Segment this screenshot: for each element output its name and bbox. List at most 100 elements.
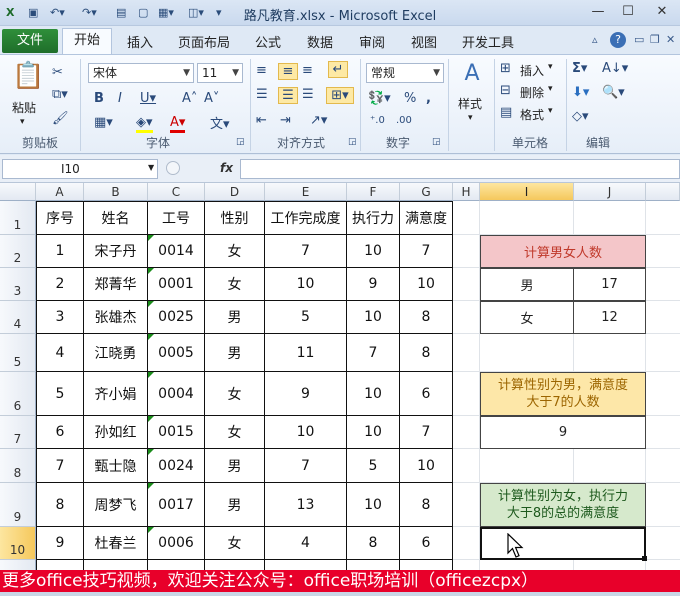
clear-icon[interactable]: ◇▾ — [572, 109, 589, 124]
column-header-d[interactable]: D — [205, 183, 265, 201]
column-header-i[interactable]: I — [480, 183, 574, 201]
table-cell[interactable]: 10 — [347, 235, 400, 268]
table-cell[interactable]: 10 — [265, 268, 347, 301]
female-label-cell[interactable]: 女 — [480, 301, 574, 334]
table-cell[interactable]: 男 — [205, 334, 265, 372]
maximize-button[interactable]: ☐ — [616, 3, 640, 21]
column-header-h[interactable]: H — [453, 183, 480, 201]
chevron-down-icon[interactable]: ▾ — [548, 84, 553, 94]
tab-page-layout[interactable]: 页面布局 — [178, 32, 230, 51]
align-bottom-icon[interactable]: ≡ — [302, 63, 313, 78]
align-right-icon[interactable]: ☰ — [302, 87, 314, 102]
table-cell[interactable]: 11 — [265, 334, 347, 372]
help-icon[interactable]: ? — [610, 32, 626, 48]
column-header-next[interactable] — [646, 183, 680, 201]
name-box-dropdown-icon[interactable]: ▼ — [148, 163, 154, 172]
q2-result-cell[interactable]: 9 — [480, 416, 646, 449]
row-header-4[interactable]: 4 — [0, 301, 36, 334]
styles-icon[interactable]: A — [458, 61, 486, 89]
q3-title-cell[interactable]: 计算性别为女，执行力 大于8的总的满意度 — [480, 483, 646, 527]
align-middle-icon[interactable]: ≡ — [278, 63, 298, 80]
table-header-cell[interactable]: 姓名 — [84, 201, 148, 235]
comma-style-icon[interactable]: , — [426, 91, 431, 106]
table-cell[interactable]: 9 — [36, 527, 84, 560]
table-cell[interactable]: 4 — [265, 527, 347, 560]
table-header-cell[interactable]: 工号 — [148, 201, 205, 235]
decrease-decimal-icon[interactable]: .00 — [396, 115, 412, 126]
table-cell[interactable]: 齐小娟 — [84, 372, 148, 416]
underline-icon[interactable]: U▾ — [140, 91, 156, 106]
fill-icon[interactable]: ⬇▾ — [572, 85, 589, 100]
male-count-cell[interactable]: 17 — [573, 268, 646, 301]
formula-bar-toggle-icon[interactable] — [166, 161, 180, 175]
tab-developer[interactable]: 开发工具 — [462, 32, 514, 51]
table-cell[interactable]: 6 — [36, 416, 84, 449]
q3-result-cell-active[interactable] — [480, 527, 646, 560]
sort-filter-icon[interactable]: A↓▾ — [602, 61, 628, 76]
table-cell[interactable]: 7 — [400, 416, 453, 449]
column-header-c[interactable]: C — [148, 183, 205, 201]
table-cell[interactable]: 江晓勇 — [84, 334, 148, 372]
paste-button[interactable]: 粘贴 — [12, 99, 36, 116]
table-cell[interactable]: 5 — [265, 301, 347, 334]
insert-button[interactable]: 插入 — [520, 62, 544, 79]
table-cell[interactable]: 0024 — [148, 449, 205, 483]
select-all-corner[interactable] — [0, 183, 36, 201]
column-header-b[interactable]: B — [84, 183, 148, 201]
table-cell[interactable]: 10 — [347, 483, 400, 527]
styles-button[interactable]: 样式 — [458, 95, 482, 112]
column-header-f[interactable]: F — [347, 183, 400, 201]
increase-decimal-icon[interactable]: ⁺.0 — [370, 115, 385, 126]
table-cell[interactable]: 10 — [265, 416, 347, 449]
row-header-10[interactable]: 10 — [0, 527, 36, 560]
minimize-button[interactable]: — — [586, 3, 610, 21]
table-cell[interactable]: 女 — [205, 527, 265, 560]
formula-input[interactable] — [240, 159, 680, 179]
font-dialog-launcher-icon[interactable]: ◲ — [236, 137, 245, 147]
table-cell[interactable]: 0005 — [148, 334, 205, 372]
font-name-combo[interactable]: 宋体 ▼ — [88, 63, 194, 83]
table-cell[interactable]: 男 — [205, 449, 265, 483]
cut-icon[interactable]: ✂ — [52, 65, 63, 80]
table-cell[interactable]: 9 — [347, 268, 400, 301]
table-cell[interactable]: 女 — [205, 416, 265, 449]
workbook-close-icon[interactable]: ✕ — [666, 33, 675, 46]
tab-review[interactable]: 审阅 — [359, 32, 385, 51]
table-cell[interactable]: 7 — [36, 449, 84, 483]
table-cell[interactable]: 9 — [265, 372, 347, 416]
row-header-6[interactable]: 6 — [0, 372, 36, 416]
table-cell[interactable]: 8 — [347, 527, 400, 560]
autosum-icon[interactable]: Σ▾ — [572, 61, 587, 76]
percent-icon[interactable]: % — [404, 91, 416, 106]
row-header-1[interactable]: 1 — [0, 201, 36, 235]
table-cell[interactable]: 宋子丹 — [84, 235, 148, 268]
decrease-indent-icon[interactable]: ⇤ — [256, 113, 267, 128]
table-header-cell[interactable]: 序号 — [36, 201, 84, 235]
column-header-j[interactable]: J — [574, 183, 646, 201]
column-header-e[interactable]: E — [265, 183, 347, 201]
table-cell[interactable]: 郑菁华 — [84, 268, 148, 301]
alignment-dialog-launcher-icon[interactable]: ◲ — [348, 137, 357, 147]
delete-button[interactable]: 删除 — [520, 84, 544, 101]
row-header-5[interactable]: 5 — [0, 334, 36, 372]
wrap-text-icon[interactable]: ↵ — [328, 61, 348, 78]
table-cell[interactable]: 6 — [400, 372, 453, 416]
table-header-cell[interactable]: 工作完成度 — [265, 201, 347, 235]
align-top-icon[interactable]: ≡ — [256, 63, 267, 78]
table-cell[interactable]: 0015 — [148, 416, 205, 449]
table-cell[interactable]: 10 — [347, 372, 400, 416]
font-size-combo[interactable]: 11 ▼ — [197, 63, 243, 83]
bold-icon[interactable]: B — [94, 91, 104, 106]
tab-home[interactable]: 开始 — [62, 28, 112, 55]
table-cell[interactable]: 10 — [347, 416, 400, 449]
table-cell[interactable]: 7 — [347, 334, 400, 372]
row-header-2[interactable]: 2 — [0, 235, 36, 268]
table-cell[interactable]: 甄士隐 — [84, 449, 148, 483]
delete-cells-icon[interactable]: ⊟ — [500, 83, 511, 98]
column-header-g[interactable]: G — [400, 183, 453, 201]
align-center-icon[interactable]: ☰ — [278, 87, 298, 104]
insert-function-icon[interactable]: fx — [220, 161, 233, 175]
table-cell[interactable]: 杜春兰 — [84, 527, 148, 560]
table-cell[interactable]: 孙如红 — [84, 416, 148, 449]
font-color-icon[interactable]: A▾ — [170, 115, 186, 133]
